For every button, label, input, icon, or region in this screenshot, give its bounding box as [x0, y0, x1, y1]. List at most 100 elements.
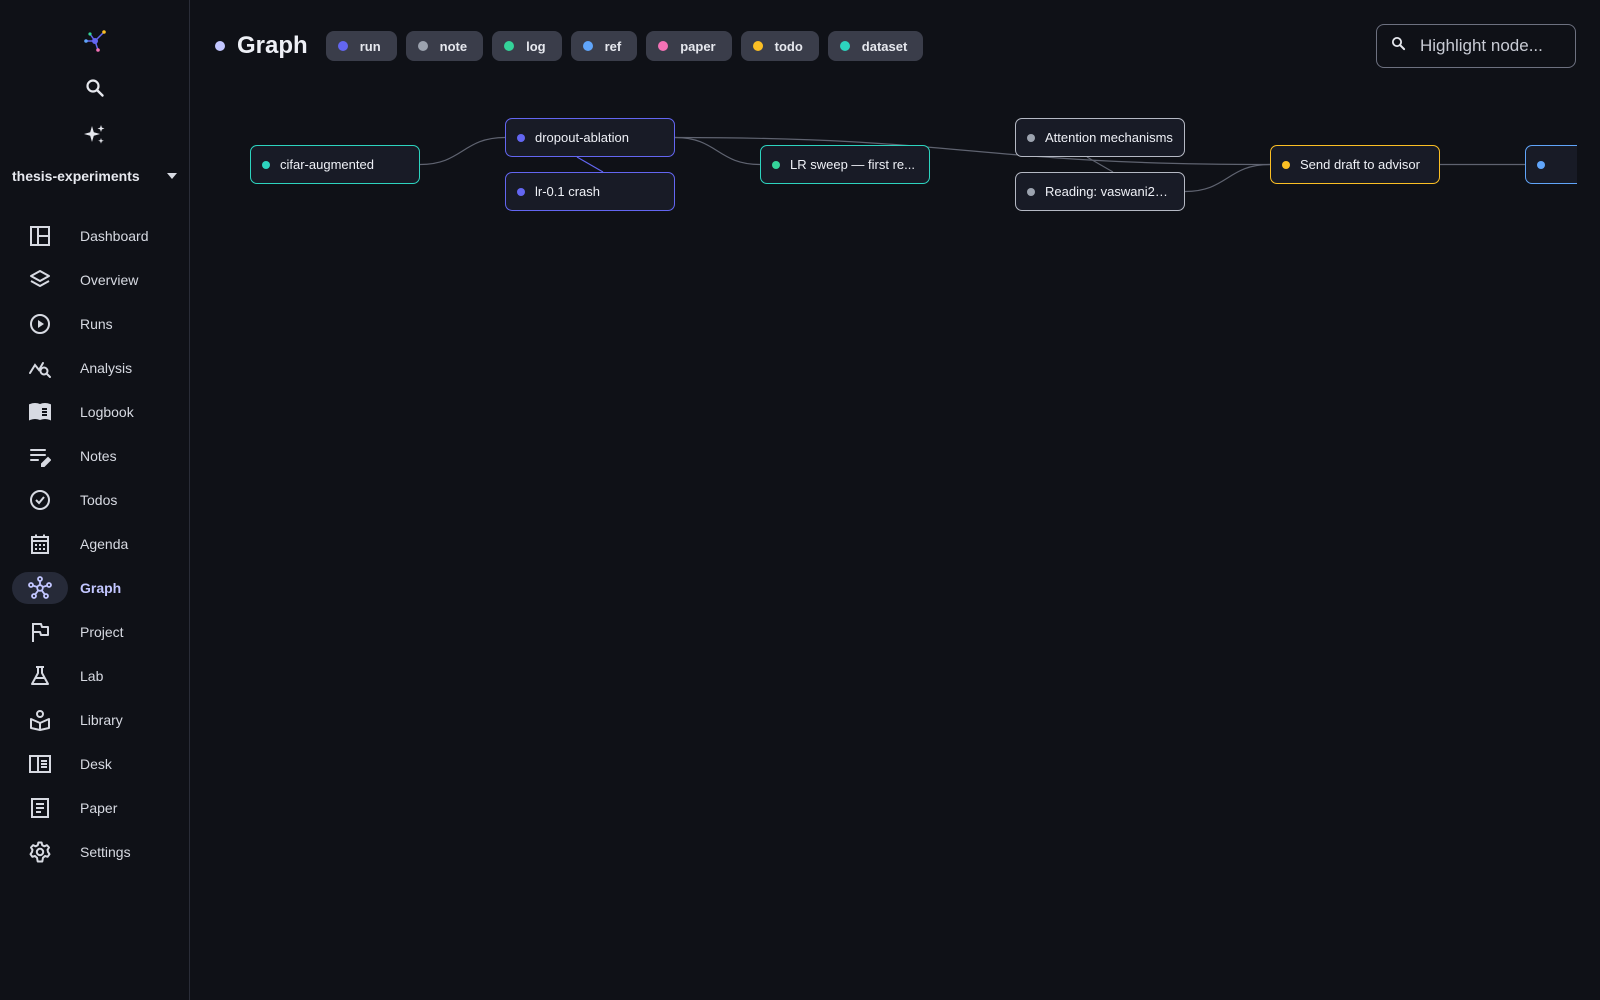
graph-logo-icon[interactable]: [82, 28, 108, 54]
sidebar-item-project[interactable]: Project: [0, 610, 190, 654]
sidebar-nav: Dashboard Overview Runs Analysis Logbook Note…: [0, 214, 190, 874]
graph-node-lrsweep[interactable]: LR sweep — first re...: [760, 145, 930, 184]
type-color-dot: [504, 41, 515, 51]
filter-chip-label: run: [359, 38, 381, 54]
graph-edge-attn-reading: [1086, 156, 1114, 173]
page-header: Graph run note log ref paper todo dataset: [215, 30, 932, 62]
workspace-switcher[interactable]: thesis-experiments: [12, 164, 178, 188]
filter-chip-label: ref: [604, 38, 622, 54]
sidebar-item-label: Overview: [80, 272, 139, 288]
sidebar-item-notes[interactable]: Notes: [0, 434, 190, 478]
graph-canvas[interactable]: cifar-augmented dropout-ablation lr-0.1 cr…: [191, 90, 1577, 990]
filter-chip-ref[interactable]: ref: [570, 31, 638, 61]
flag-icon: [26, 618, 54, 646]
sidebar-item-label: Lab: [80, 668, 104, 684]
search-icon: [1391, 36, 1406, 56]
graph-node-dropout[interactable]: dropout-ablation: [505, 118, 675, 157]
title-dot: [215, 41, 225, 51]
node-type-dot: [517, 133, 525, 142]
dashboard-icon: [26, 222, 54, 250]
calendar-icon: [26, 530, 54, 558]
graph-edges: [419, 136, 1525, 193]
sidebar-item-agenda[interactable]: Agenda: [0, 522, 190, 566]
sidebar-item-label: Todos: [80, 492, 118, 508]
sidebar: thesis-experiments Dashboard Overview Runs…: [0, 0, 190, 1000]
sidebar-item-label: Desk: [80, 756, 112, 772]
graph-node-cifar[interactable]: cifar-augmented: [250, 145, 420, 184]
sidebar-item-overview[interactable]: Overview: [0, 258, 190, 302]
filter-chip-log[interactable]: log: [492, 31, 562, 61]
node-label: LR sweep — first re...: [790, 157, 915, 172]
filter-chip-todo[interactable]: todo: [740, 31, 819, 61]
graph-edge-cifar-dropout: [419, 136, 506, 166]
sidebar-item-label: Notes: [80, 448, 117, 464]
filter-chip-run[interactable]: run: [325, 31, 397, 61]
node-type-dot: [1027, 187, 1035, 196]
sidebar-item-library[interactable]: Library: [0, 698, 190, 742]
filter-chip-note[interactable]: note: [405, 31, 484, 61]
caret-down-icon: [166, 167, 178, 185]
sidebar-item-label: Project: [80, 624, 124, 640]
highlight-search[interactable]: [1376, 24, 1576, 68]
graph-edge-reading-draft: [1184, 163, 1271, 193]
node-label: dropout-ablation: [535, 130, 629, 145]
highlight-node-input[interactable]: [1420, 36, 1570, 56]
node-type-dot: [1027, 133, 1035, 142]
gear-icon: [26, 838, 54, 866]
sidebar-item-logbook[interactable]: Logbook: [0, 390, 190, 434]
node-type-dot: [1537, 160, 1545, 169]
check-circle-icon: [26, 486, 54, 514]
graph-node-reading[interactable]: Reading: vaswani2017: [1015, 172, 1185, 211]
graph-node-lrcrash[interactable]: lr-0.1 crash: [505, 172, 675, 211]
layers-icon: [26, 266, 54, 294]
sparkles-icon[interactable]: [83, 123, 107, 147]
sidebar-item-analysis[interactable]: Analysis: [0, 346, 190, 390]
paper-icon: [26, 794, 54, 822]
node-label: Send draft to advisor: [1300, 157, 1420, 172]
sidebar-item-graph[interactable]: Graph: [0, 566, 190, 610]
graph-node-attn[interactable]: Attention mechanisms: [1015, 118, 1185, 157]
graph-icon: [26, 574, 54, 602]
notes-icon: [26, 442, 54, 470]
sidebar-item-label: Runs: [80, 316, 113, 332]
sidebar-item-todos[interactable]: Todos: [0, 478, 190, 522]
sidebar-item-label: Settings: [80, 844, 131, 860]
main-area: Graph run note log ref paper todo dataset cifa…: [191, 0, 1600, 1000]
type-color-dot: [658, 41, 669, 51]
search-icon[interactable]: [83, 76, 107, 100]
sidebar-item-lab[interactable]: Lab: [0, 654, 190, 698]
sidebar-item-label: Logbook: [80, 404, 134, 420]
node-type-dot: [772, 160, 780, 169]
type-color-dot: [582, 41, 593, 51]
graph-node-ref1[interactable]: [1525, 145, 1577, 184]
filter-chip-dataset[interactable]: dataset: [827, 31, 924, 61]
sidebar-item-desk[interactable]: Desk: [0, 742, 190, 786]
sidebar-item-paper[interactable]: Paper: [0, 786, 190, 830]
node-type-dot: [1282, 160, 1290, 169]
filter-chip-paper[interactable]: paper: [646, 31, 732, 61]
library-icon: [26, 706, 54, 734]
sidebar-item-settings[interactable]: Settings: [0, 830, 190, 874]
filter-chip-label: note: [439, 38, 468, 54]
sidebar-item-label: Paper: [80, 800, 118, 816]
type-color-dot: [752, 41, 763, 51]
sidebar-item-dashboard[interactable]: Dashboard: [0, 214, 190, 258]
sidebar-item-label: Agenda: [80, 536, 129, 552]
type-filters: run note log ref paper todo dataset: [325, 31, 933, 61]
filter-chip-label: dataset: [861, 38, 908, 54]
node-label: Attention mechanisms: [1045, 130, 1173, 145]
graph-edge-dropout-lrsweep: [674, 136, 761, 166]
sidebar-item-runs[interactable]: Runs: [0, 302, 190, 346]
graph-node-draft[interactable]: Send draft to advisor: [1270, 145, 1440, 184]
node-label: cifar-augmented: [280, 157, 374, 172]
desk-icon: [26, 750, 54, 778]
flask-icon: [26, 662, 54, 690]
filter-chip-label: todo: [774, 38, 803, 54]
graph-edge-dropout-lrcrash: [576, 156, 604, 173]
node-type-dot: [517, 187, 525, 196]
type-color-dot: [337, 41, 348, 51]
type-color-dot: [839, 41, 850, 51]
sidebar-item-label: Library: [80, 712, 123, 728]
filter-chip-label: log: [526, 38, 546, 54]
node-label: lr-0.1 crash: [535, 184, 601, 199]
